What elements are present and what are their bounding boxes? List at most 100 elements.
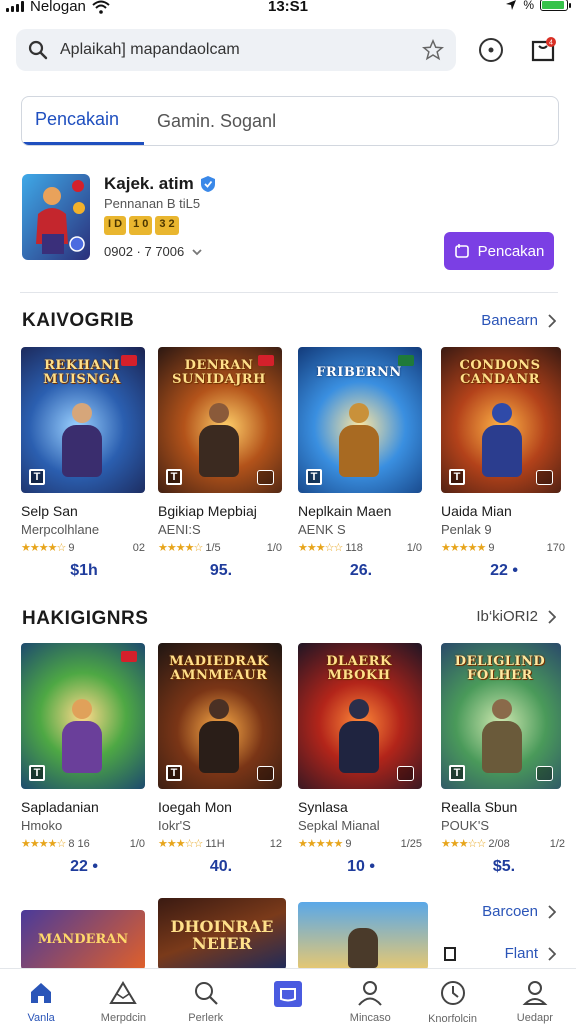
stars-icon: ★★★☆☆ [158,838,203,850]
game-name: Bgikiap Mepbiaj [158,503,257,519]
game-developer: Hmoko [21,818,63,833]
game-card[interactable]: MADIEDRAK AMNMEAUR T Ioegah Mon Iokr'S ★… [158,643,284,876]
game-price: $1h [70,562,98,579]
segmented-tabs: Pencakain Gamin. Soganl [21,96,559,146]
side-link-label: Barcoen [482,903,538,920]
game-card[interactable]: T Sapladanian Hmoko ★★★★☆ 8 16 1/0 22 • [21,643,147,876]
game-card[interactable]: DELIGLIND FOLHER T Realla Sbun POUK'S ★★… [441,643,567,876]
game-art-title: DELIGLIND FOLHER [454,654,546,683]
nav-label: Uedapr [516,1012,553,1024]
game-rating: ★★★★☆ 8 16 1/0 [21,837,147,851]
location-arrow-icon [506,0,517,10]
game-card[interactable]: FRIBERNN T Neplkain Maen AENK S ★★★☆☆ 11… [298,347,424,580]
game-art-title: DHOINRAE NEIER [170,917,274,953]
rating-value: 11H [205,838,225,850]
game-card-art[interactable]: MANDERAN [21,910,145,970]
tablet-icon [273,979,303,1009]
game-card[interactable]: DENRAN SUNIDAJRH T Bgikiap Mepbiaj AENI:… [158,347,284,580]
game-developer: AENK S [298,522,346,537]
game-card-art: DENRAN SUNIDAJRH T [158,347,282,493]
game-art-title: DLAERK MBOKH [326,654,392,683]
side-link-label: Flant [504,945,538,962]
game-rating: ★★★☆☆ 11H 1⁡2 [158,837,284,851]
stars-icon: ★★★★☆ [21,542,66,554]
game-art-title: FRIBERNN [316,365,402,380]
stars-icon: ★★★★★ [441,542,486,554]
game-rating: ★★★★☆ 9 0⁡2 [21,541,147,555]
featured-app-image[interactable] [22,174,90,260]
rating-value: 118 [345,542,363,554]
search-icon [28,40,48,60]
game-rating: ★★★★★ 9 1/25 [298,837,424,851]
rating-t-icon: T [306,469,322,485]
game-price: 22 • [70,858,98,875]
game-name: Selp San [21,503,78,519]
section-title: KAIVOGRIB [22,310,135,331]
featured-app-title-row: Kajek. atim [104,174,216,194]
rating-t-icon: T [166,765,182,781]
compass-icon[interactable] [476,35,506,65]
rating-count: 1/25 [400,837,422,850]
chevron-right-icon [548,946,556,961]
game-price: 10 • [347,858,375,875]
tab-secondary[interactable]: Gamin. Soganl [144,97,289,145]
game-art-title: DENRAN SUNIDAJRH [172,358,266,387]
side-link[interactable]: Flant [505,945,556,962]
nav-item-history[interactable]: Knorfolcin [411,969,493,1024]
cart-icon[interactable]: 4 [528,35,558,65]
bag-icon [454,244,469,258]
bottom-navigation: Vanla Merpdcin Perlerk Mincaso Knorfolci… [0,968,576,1024]
game-card-art[interactable]: DHOINRAE NEIER [158,898,286,970]
nav-item-home[interactable]: Vanla [0,969,82,1024]
chevron-right-icon [548,313,556,328]
section-link-label: Banearn [481,312,538,329]
nav-item-search[interactable]: Perlerk [165,969,247,1024]
rating-count: 1/0 [406,541,422,554]
section-see-all-link[interactable]: Ib‘kiORI2 [476,608,556,625]
game-card[interactable]: DLAERK MBOKH Synlasa Sepkal Mianal ★★★★★… [298,643,424,876]
nav-label: Perlerk [188,1012,224,1024]
rating-count: 0⁡2 [132,541,145,554]
featured-action-button[interactable]: Pencakan [444,232,554,270]
section-see-all-link[interactable]: Banearn [481,312,556,329]
featured-chip: 3 2 [155,216,179,235]
game-rating: ★★★☆☆ 118 1/0 [298,541,424,555]
rating-t-icon: T [166,469,182,485]
nav-item-explore[interactable]: Merpdcin [82,969,164,1024]
controller-icon [536,470,553,485]
game-card-art[interactable] [298,902,428,970]
game-developer: Penlak 9 [441,522,492,537]
nav-item-account[interactable]: Uedapr [494,969,576,1024]
nav-item-people[interactable]: Mincaso [329,969,411,1024]
chevron-down-icon[interactable] [192,248,202,256]
game-card-art: MADIEDRAK AMNMEAUR T [158,643,282,789]
featured-meta: 0902 · 7 7006 [104,244,202,259]
game-price: 26. [349,562,373,579]
search-bar[interactable]: Aplaikah] mapandaolcam [16,29,456,71]
game-card-art: T [21,643,145,789]
search-input[interactable]: Aplaikah] mapandaolcam [60,41,422,59]
star-icon[interactable] [422,39,444,61]
rating-value: 9 [68,542,75,554]
game-card[interactable]: CONDONS CANDANR T Uaida Mian Penlak 9 ★★… [441,347,567,580]
note-icon [442,945,458,968]
tab-primary[interactable]: Pencakain [22,97,144,145]
side-link[interactable]: Barcoen [482,903,556,920]
featured-meta-text: 0902 · 7 7006 [104,244,185,259]
game-price: $5. [492,858,516,875]
game-name: Sapladanian [21,799,99,815]
wifi-icon [92,0,110,14]
featured-chip: I D [104,216,127,235]
controller-icon [257,766,274,781]
badge-flag-icon [121,355,137,366]
game-art-title: MADIEDRAK AMNMEAUR [169,654,269,683]
game-card-art: DLAERK MBOKH [298,643,422,789]
game-art-title: MANDERAN [37,932,129,947]
nav-label: Vanla [27,1012,55,1024]
game-card[interactable]: REKHANI MUISNGA T Selp San Merpcolhlane … [21,347,147,580]
game-name: Neplkain Maen [298,503,392,519]
game-developer: POUK'S [441,818,489,833]
rating-value: 9 [488,542,495,554]
nav-item-library[interactable] [247,969,329,1024]
game-rating: ★★★★☆ 1/5 1/0 [158,541,284,555]
